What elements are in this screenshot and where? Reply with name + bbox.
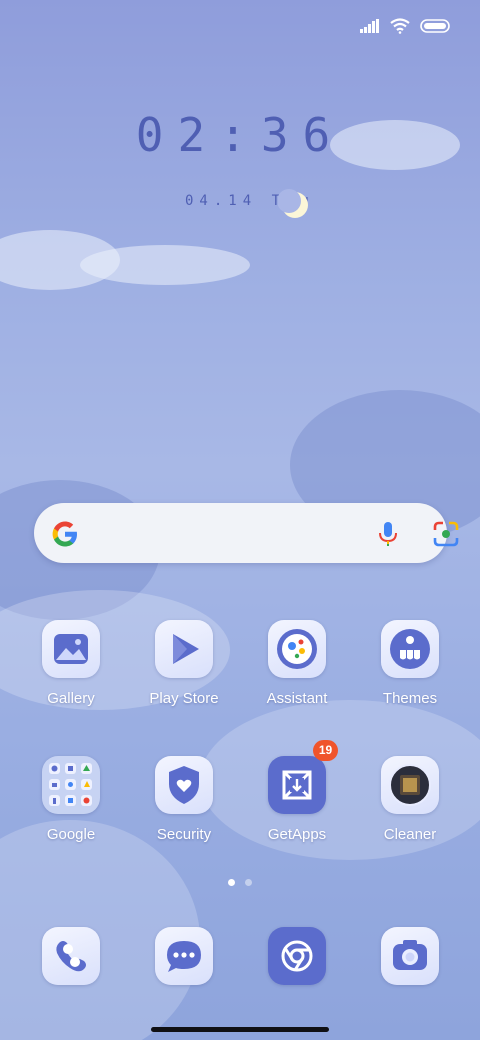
phone-icon — [42, 927, 100, 985]
dock-messages[interactable] — [134, 927, 234, 985]
signal-icon — [360, 19, 379, 33]
google-lens-icon[interactable] — [433, 521, 459, 547]
app-themes[interactable]: Themes — [360, 620, 460, 707]
moon-icon — [278, 189, 308, 218]
dock-phone[interactable] — [21, 927, 121, 985]
app-label: Gallery — [47, 690, 95, 707]
app-label: Security — [156, 826, 212, 843]
messages-icon — [155, 927, 213, 985]
wifi-icon — [390, 18, 410, 34]
camera-icon — [381, 927, 439, 985]
app-cleaner[interactable]: Cleaner — [360, 756, 460, 843]
app-security[interactable]: Security — [134, 756, 234, 843]
microphone-icon[interactable] — [376, 520, 400, 548]
dock-camera[interactable] — [360, 927, 460, 985]
google-g-icon — [52, 521, 77, 547]
app-play-store[interactable]: Play Store — [134, 620, 234, 707]
gallery-icon — [42, 620, 100, 678]
security-shield-icon — [155, 756, 213, 814]
home-gesture-bar[interactable] — [151, 1027, 329, 1032]
assistant-icon — [268, 620, 326, 678]
app-label: Assistant — [266, 690, 328, 707]
notification-badge: 19 — [313, 740, 338, 761]
app-label: Google — [46, 826, 96, 843]
page-dot-active — [228, 879, 235, 886]
app-getapps[interactable]: GetApps — [247, 756, 347, 843]
app-label: Cleaner — [383, 826, 437, 843]
google-search-bar[interactable] — [34, 503, 459, 563]
play-store-icon — [155, 620, 213, 678]
dock-browser[interactable] — [247, 927, 347, 985]
page-dot — [245, 879, 252, 886]
google-folder-icon — [42, 756, 100, 814]
app-assistant[interactable]: Assistant — [247, 620, 347, 707]
app-gallery[interactable]: Gallery — [21, 620, 121, 707]
battery-icon — [420, 19, 450, 33]
app-label: Themes — [382, 690, 438, 707]
app-google-folder[interactable]: Google — [21, 756, 121, 843]
browser-icon — [268, 927, 326, 985]
status-bar — [0, 0, 480, 56]
themes-icon — [381, 620, 439, 678]
cleaner-icon — [381, 756, 439, 814]
page-indicator[interactable] — [228, 879, 252, 886]
clock-time[interactable]: 02:36 — [0, 108, 480, 162]
app-label: Play Store — [149, 690, 219, 707]
app-label: GetApps — [267, 826, 327, 843]
getapps-icon — [268, 756, 326, 814]
